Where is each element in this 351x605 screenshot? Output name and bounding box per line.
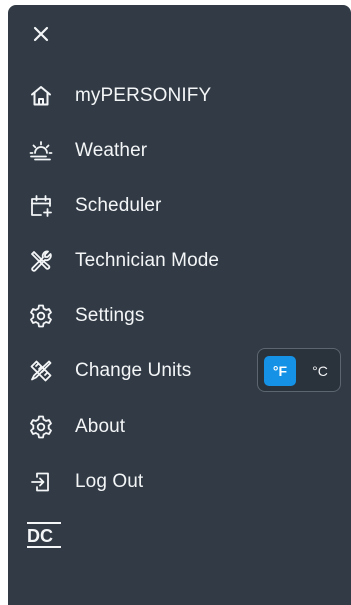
menu-item-label: myPERSONIFY xyxy=(75,85,212,106)
unit-toggle: °F °C xyxy=(257,348,341,392)
menu-item-change-units[interactable]: Change Units °F °C xyxy=(8,348,351,393)
unit-celsius-button[interactable]: °C xyxy=(304,356,336,386)
logo-bar-bottom xyxy=(27,546,61,548)
close-icon xyxy=(33,26,49,42)
calendar-add-icon xyxy=(28,193,54,219)
menu-item-label: Scheduler xyxy=(75,195,162,216)
menu-item-label: Change Units xyxy=(75,360,192,381)
menu-item-log-out[interactable]: Log Out xyxy=(8,460,351,504)
unit-fahrenheit-button[interactable]: °F xyxy=(264,356,296,386)
dc-logo: DC xyxy=(27,522,61,552)
menu-item-settings[interactable]: Settings xyxy=(8,294,351,338)
gear-icon xyxy=(28,414,54,440)
change-units-icon xyxy=(28,358,54,384)
logo-text: DC xyxy=(27,526,53,546)
menu-item-weather[interactable]: Weather xyxy=(8,129,351,173)
menu-item-label: Technician Mode xyxy=(75,250,220,271)
menu-item-label: Weather xyxy=(75,140,148,161)
menu-item-label: Settings xyxy=(75,305,145,326)
weather-sun-icon xyxy=(28,138,54,164)
menu-item-scheduler[interactable]: Scheduler xyxy=(8,184,351,228)
logo-bar-top xyxy=(27,522,61,524)
menu-item-label: About xyxy=(75,416,126,437)
navigation-drawer: myPERSONIFY Weather Scheduler Technician… xyxy=(8,5,351,605)
menu-item-label: Log Out xyxy=(75,471,144,492)
logout-icon xyxy=(28,469,54,495)
menu-item-about[interactable]: About xyxy=(8,405,351,449)
home-icon xyxy=(28,83,54,109)
menu-item-mypersonify[interactable]: myPERSONIFY xyxy=(8,74,351,118)
gear-icon xyxy=(28,303,54,329)
tools-icon xyxy=(28,248,54,274)
menu-item-technician-mode[interactable]: Technician Mode xyxy=(8,239,351,283)
close-button[interactable] xyxy=(30,23,52,45)
